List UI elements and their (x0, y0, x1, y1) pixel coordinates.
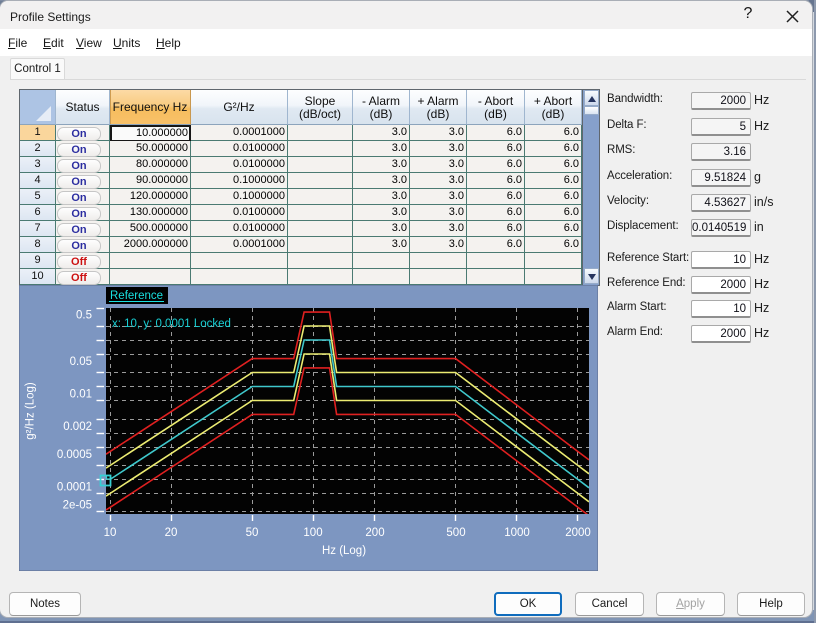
svg-text:0.5: 0.5 (76, 310, 92, 322)
svg-text:2000: 2000 (565, 527, 591, 539)
svg-text:0.0005: 0.0005 (57, 449, 92, 461)
svg-text:Hz (Log): Hz (Log) (322, 545, 366, 557)
svg-text:500: 500 (446, 527, 465, 539)
svg-text:200: 200 (365, 527, 384, 539)
svg-text:x: 10, y: 0.0001 Locked: x: 10, y: 0.0001 Locked (112, 318, 231, 330)
svg-text:0.01: 0.01 (70, 389, 92, 401)
svg-text:100: 100 (303, 527, 322, 539)
svg-text:0.0001: 0.0001 (57, 482, 92, 494)
svg-text:20: 20 (165, 527, 178, 539)
svg-text:Reference: Reference (110, 290, 163, 302)
svg-text:g²/Hz (Log): g²/Hz (Log) (25, 382, 37, 440)
svg-text:50: 50 (246, 527, 259, 539)
svg-text:2e-05: 2e-05 (63, 500, 92, 512)
svg-text:1000: 1000 (504, 527, 530, 539)
svg-text:0.05: 0.05 (70, 356, 92, 368)
svg-text:0.002: 0.002 (63, 421, 92, 433)
svg-text:10: 10 (104, 527, 117, 539)
